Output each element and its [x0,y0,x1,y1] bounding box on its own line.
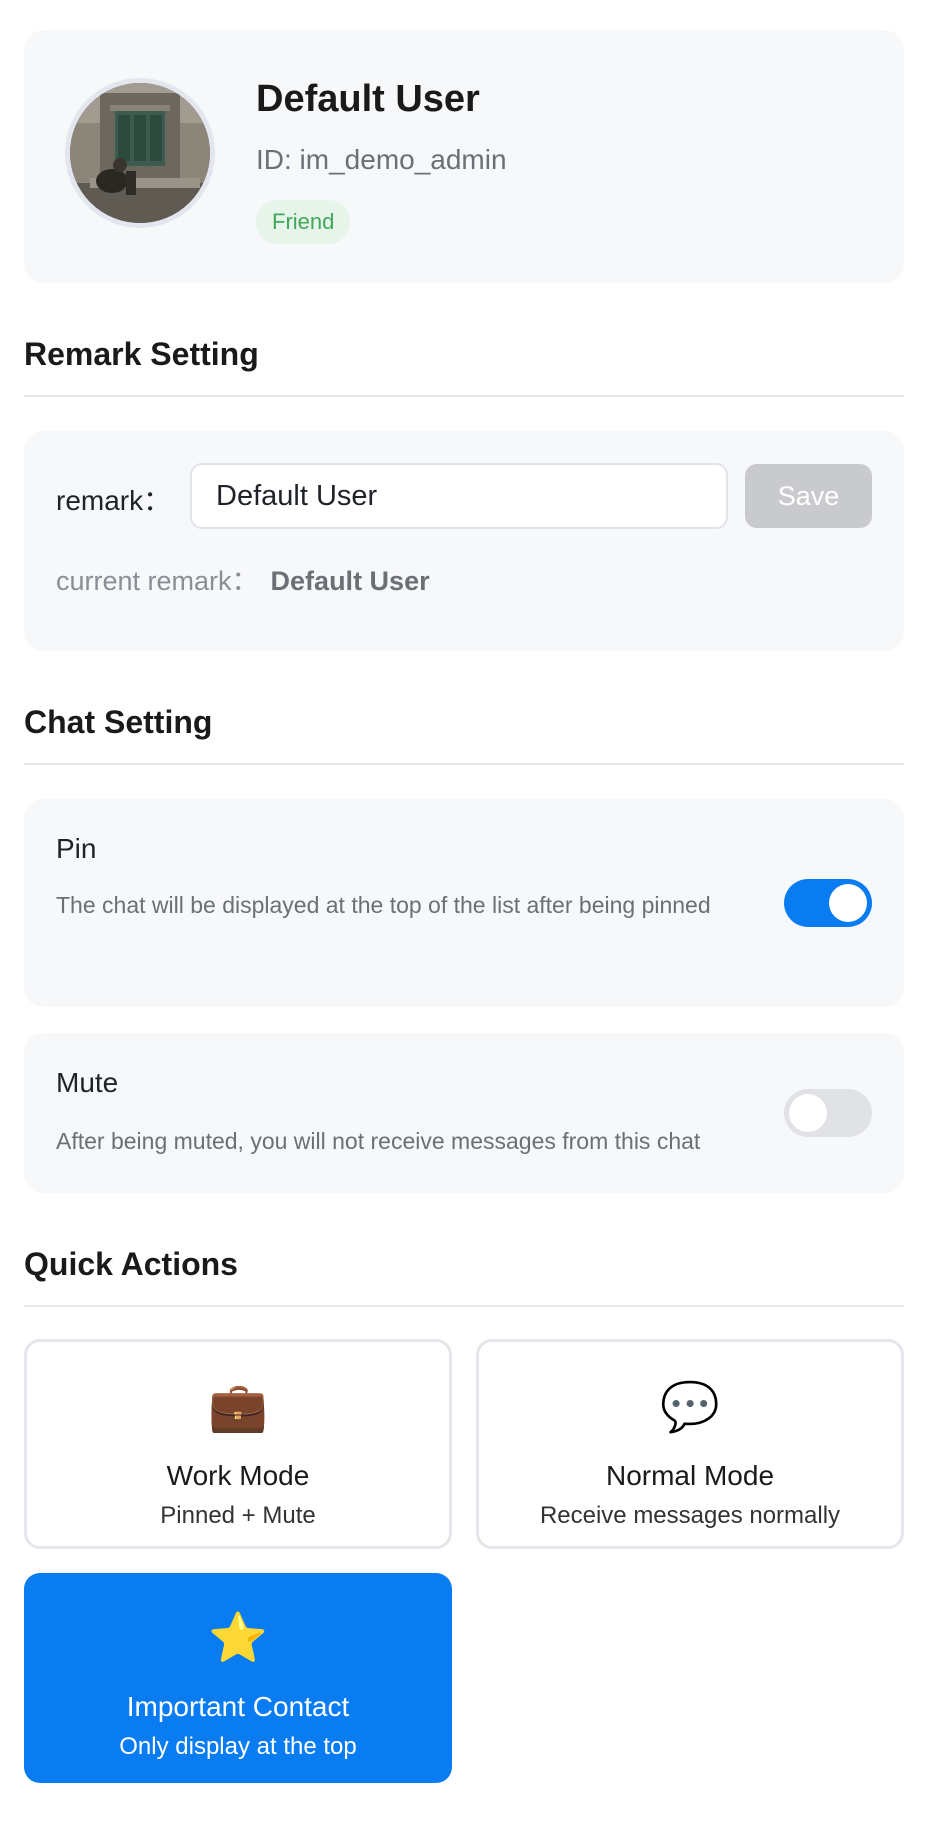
profile-id: ID: im_demo_admin [256,144,507,175]
pin-setting-card: Pin The chat will be displayed at the to… [24,799,904,1007]
quick-actions-divider [24,1305,904,1307]
pin-toggle-knob [829,884,867,922]
normal-mode-subtitle: Receive messages normally [539,1502,841,1529]
important-contact-button[interactable]: ⭐ Important Contact Only display at the … [24,1573,452,1783]
profile-name: Default User [256,78,480,120]
current-remark-value: Default User [270,566,430,596]
normal-mode-button[interactable]: 💬 Normal Mode Receive messages normally [476,1339,904,1549]
remark-label: remark： [56,485,172,516]
pin-toggle[interactable] [784,879,872,927]
remark-section-title: Remark Setting [24,336,259,372]
current-remark: current remark： Default User [56,559,430,598]
save-button[interactable]: Save [745,464,872,528]
relationship-badge: Friend [256,200,351,244]
work-mode-button[interactable]: 💼 Work Mode Pinned + Mute [24,1339,452,1549]
briefcase-icon: 💼 [208,1381,268,1434]
mute-description: After being muted, you will not receive … [56,1128,701,1154]
remark-card: remark： Save current remark： Default User [24,431,904,651]
work-mode-subtitle: Pinned + Mute [160,1502,316,1529]
work-mode-title: Work Mode [166,1460,310,1491]
important-contact-subtitle: Only display at the top [119,1733,357,1760]
star-icon: ⭐ [208,1612,268,1665]
avatar-photo [70,83,210,223]
important-contact-title: Important Contact [126,1691,350,1722]
avatar[interactable] [65,78,215,228]
mute-toggle-knob [789,1094,827,1132]
mute-title: Mute [56,1067,119,1098]
remark-input[interactable] [190,463,728,529]
mute-toggle[interactable] [784,1089,872,1137]
chat-section-title: Chat Setting [24,704,213,740]
mute-setting-card: Mute After being muted, you will not rec… [24,1033,904,1193]
remark-divider [24,395,904,397]
chat-divider [24,763,904,765]
speech-bubble-icon: 💬 [660,1381,720,1434]
profile-card: Default User ID: im_demo_admin Friend [24,30,904,283]
current-remark-label: current remark： [56,566,259,596]
pin-description: The chat will be displayed at the top of… [56,892,711,918]
pin-title: Pin [56,833,97,864]
quick-actions-title: Quick Actions [24,1246,238,1282]
normal-mode-title: Normal Mode [605,1460,775,1491]
